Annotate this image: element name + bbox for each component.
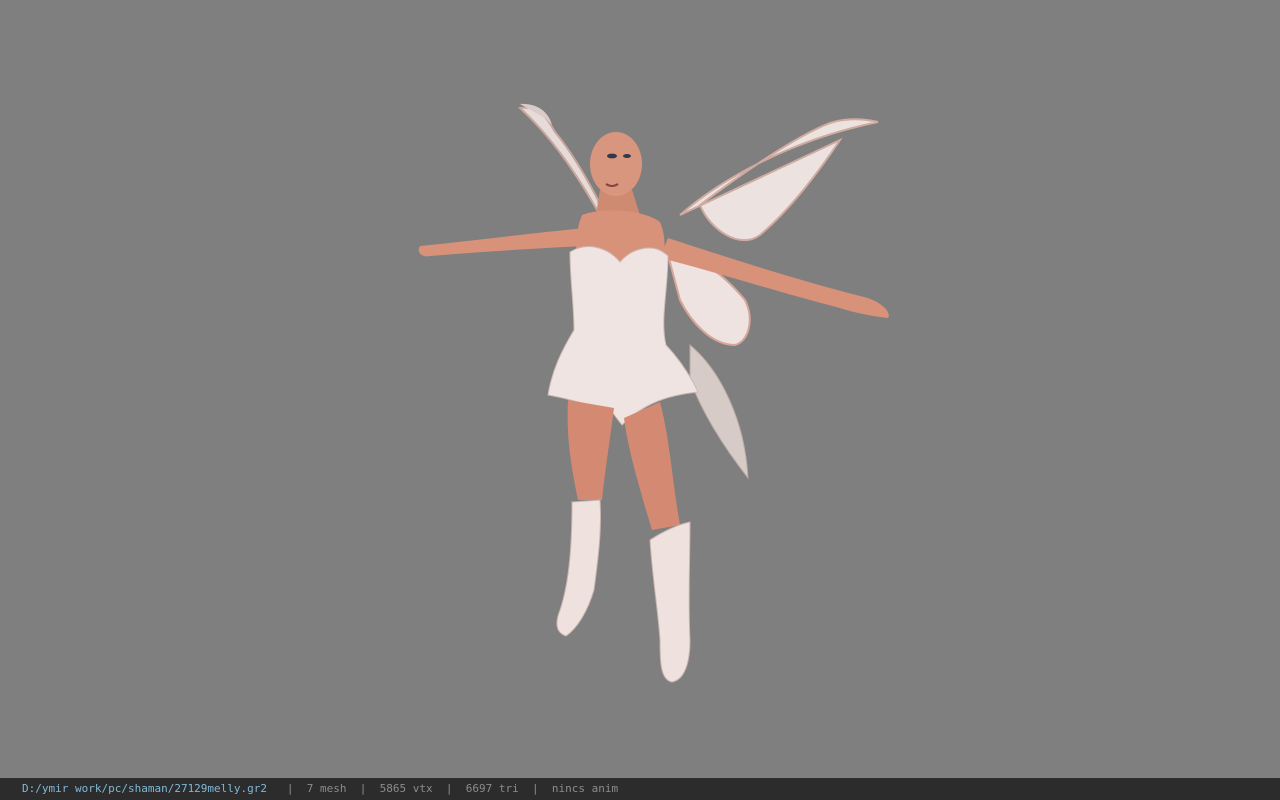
arm-left xyxy=(418,228,588,257)
status-bar: D:/ymir work/pc/shaman/27129melly.gr2 | … xyxy=(0,778,1280,800)
leg-right xyxy=(624,402,680,530)
mesh-count: 7 mesh xyxy=(306,782,347,795)
wing-lower-right xyxy=(689,343,749,480)
animation-status: nincs anim xyxy=(551,782,619,795)
boot-left xyxy=(556,499,602,637)
vertex-count: 5865 vtx xyxy=(379,782,433,795)
leg-left xyxy=(567,400,614,500)
file-path: D:/ymir work/pc/shaman/27129melly.gr2 xyxy=(22,782,268,795)
triangle-count: 6697 tri xyxy=(465,782,519,795)
3d-viewport[interactable] xyxy=(0,0,1280,778)
separator: | xyxy=(286,782,294,795)
head xyxy=(590,132,642,196)
fairy-character-model xyxy=(418,103,889,683)
separator: | xyxy=(532,782,539,795)
wing-right-upper xyxy=(679,118,879,242)
boot-right xyxy=(649,521,691,683)
separator: | xyxy=(445,782,453,795)
wing-left xyxy=(517,106,601,216)
